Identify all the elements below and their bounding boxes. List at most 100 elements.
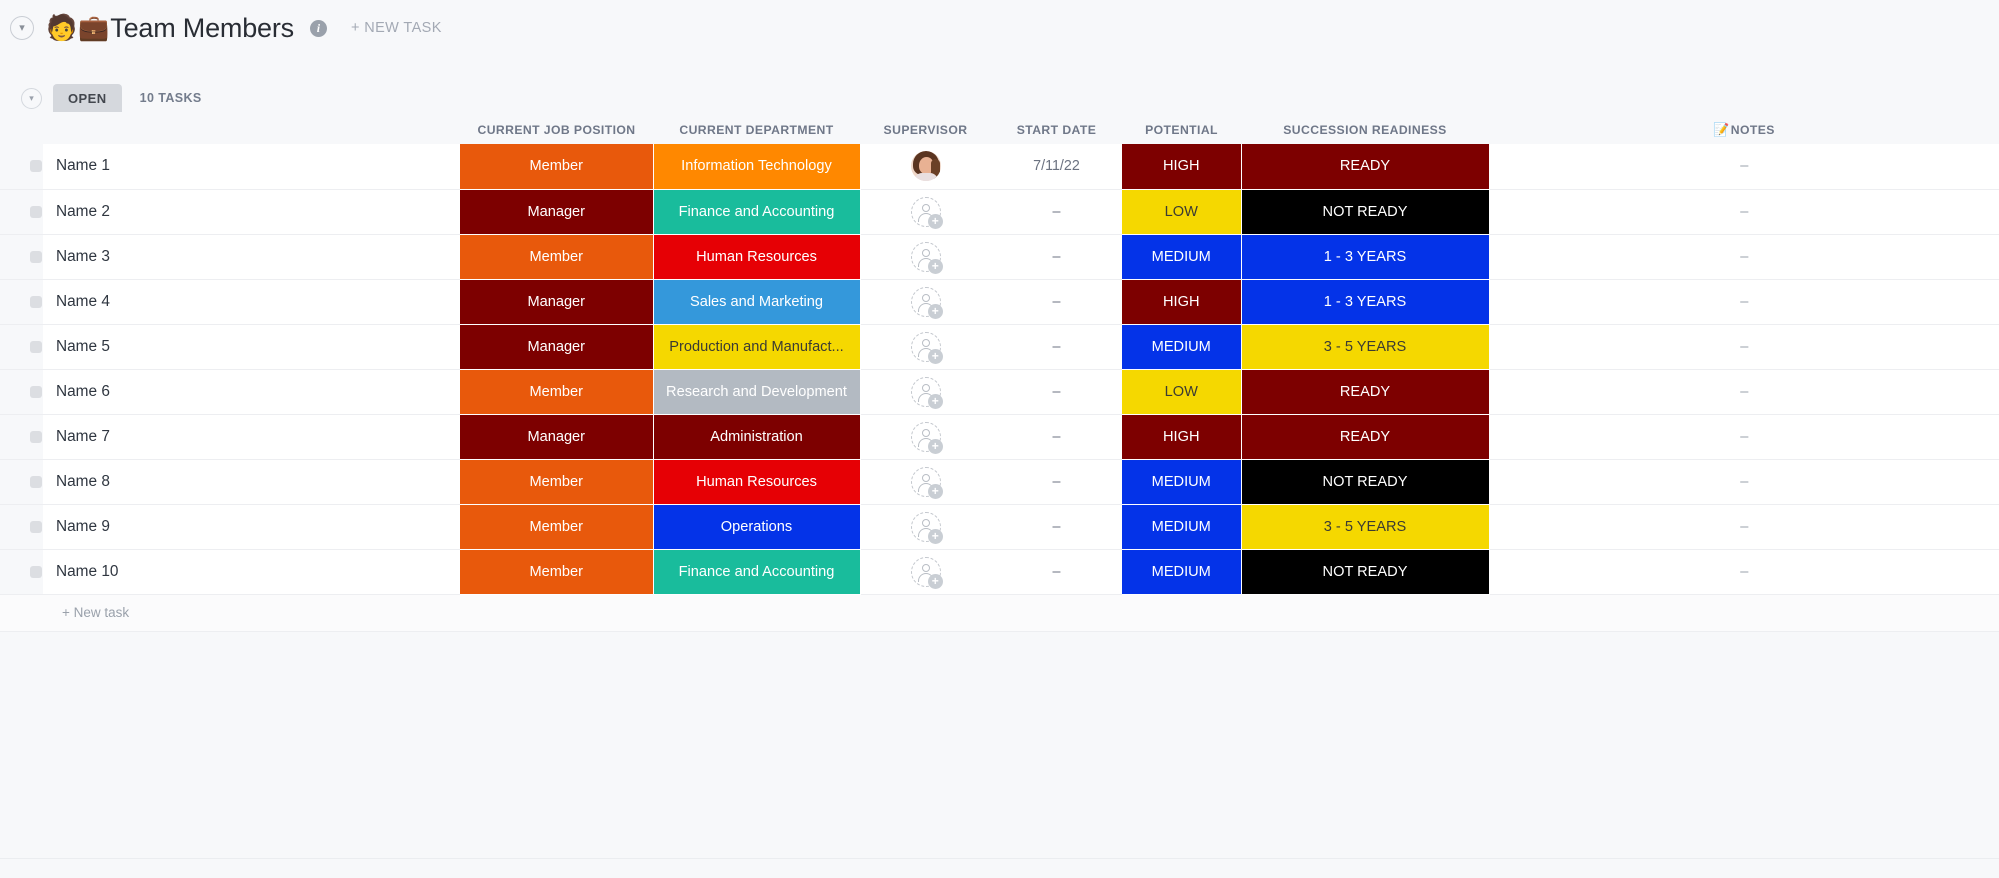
position-cell[interactable]: Member [460, 234, 654, 280]
department-cell[interactable]: Finance and Accounting [653, 189, 861, 235]
succession-cell[interactable]: READY [1241, 369, 1490, 415]
add-assignee-icon[interactable]: + [910, 196, 943, 229]
add-assignee-icon[interactable]: + [910, 421, 943, 454]
supervisor-cell[interactable] [860, 144, 991, 190]
potential-cell[interactable]: HIGH [1122, 279, 1242, 325]
table-row[interactable]: Name 9 Member Operations + – MEDIUM 3 - 5 YEAR… [0, 504, 1999, 550]
position-cell[interactable]: Member [460, 144, 654, 190]
succession-cell[interactable]: NOT READY [1241, 189, 1490, 235]
supervisor-cell[interactable]: + [860, 459, 991, 505]
succession-cell[interactable]: 3 - 5 YEARS [1241, 504, 1490, 550]
position-cell[interactable]: Member [460, 459, 654, 505]
column-header-potential[interactable]: POTENTIAL [1122, 115, 1241, 144]
succession-cell[interactable]: NOT READY [1241, 459, 1490, 505]
position-cell[interactable]: Member [460, 369, 654, 415]
supervisor-cell[interactable]: + [860, 189, 991, 235]
supervisor-cell[interactable]: + [860, 324, 991, 370]
new-task-header-button[interactable]: + NEW TASK [351, 20, 442, 36]
start-date-cell[interactable]: – [991, 549, 1122, 595]
chevron-down-circle-icon[interactable]: ▾ [10, 16, 34, 40]
department-cell[interactable]: Sales and Marketing [653, 279, 861, 325]
position-cell[interactable]: Manager [460, 189, 654, 235]
potential-cell[interactable]: HIGH [1122, 414, 1242, 460]
potential-cell[interactable]: MEDIUM [1122, 324, 1242, 370]
start-date-cell[interactable]: 7/11/22 [991, 144, 1122, 190]
supervisor-cell[interactable]: + [860, 279, 991, 325]
add-assignee-icon[interactable]: + [910, 556, 943, 589]
succession-cell[interactable]: READY [1241, 414, 1490, 460]
table-row[interactable]: Name 4 Manager Sales and Marketing + – HIGH 1 … [0, 279, 1999, 325]
supervisor-cell[interactable]: + [860, 414, 991, 460]
supervisor-cell[interactable]: + [860, 234, 991, 280]
department-cell[interactable]: Human Resources [653, 234, 861, 280]
add-assignee-icon[interactable]: + [910, 331, 943, 364]
table-row[interactable]: Name 1 Member Information Technology 7/11/2… [0, 144, 1999, 190]
notes-cell[interactable]: – [1489, 234, 1999, 280]
task-name-cell[interactable]: Name 5 [0, 324, 460, 370]
column-header-position[interactable]: CURRENT JOB POSITION [460, 115, 653, 144]
notes-cell[interactable]: – [1489, 189, 1999, 235]
supervisor-cell[interactable]: + [860, 504, 991, 550]
potential-cell[interactable]: MEDIUM [1122, 504, 1242, 550]
new-task-row[interactable]: + New task [0, 594, 1999, 632]
start-date-cell[interactable]: – [991, 279, 1122, 325]
column-header-department[interactable]: CURRENT DEPARTMENT [653, 115, 860, 144]
avatar[interactable] [910, 151, 941, 182]
potential-cell[interactable]: LOW [1122, 189, 1242, 235]
department-cell[interactable]: Research and Development [653, 369, 861, 415]
start-date-cell[interactable]: – [991, 324, 1122, 370]
column-header-succession[interactable]: SUCCESSION READINESS [1241, 115, 1489, 144]
task-name-cell[interactable]: Name 3 [0, 234, 460, 280]
add-assignee-icon[interactable]: + [910, 466, 943, 499]
potential-cell[interactable]: LOW [1122, 369, 1242, 415]
column-header-start-date[interactable]: START DATE [991, 115, 1122, 144]
add-assignee-icon[interactable]: + [910, 511, 943, 544]
task-name-cell[interactable]: Name 4 [0, 279, 460, 325]
start-date-cell[interactable]: – [991, 234, 1122, 280]
start-date-cell[interactable]: – [991, 504, 1122, 550]
table-row[interactable]: Name 3 Member Human Resources + – MEDIUM 1 - 3… [0, 234, 1999, 280]
supervisor-cell[interactable]: + [860, 549, 991, 595]
task-name-cell[interactable]: Name 6 [0, 369, 460, 415]
potential-cell[interactable]: MEDIUM [1122, 459, 1242, 505]
group-chevron-down-circle-icon[interactable]: ▾ [21, 87, 42, 109]
succession-cell[interactable]: NOT READY [1241, 549, 1490, 595]
department-cell[interactable]: Human Resources [653, 459, 861, 505]
position-cell[interactable]: Manager [460, 324, 654, 370]
column-header-supervisor[interactable]: SUPERVISOR [860, 115, 991, 144]
table-row[interactable]: Name 5 Manager Production and Manufact... +… [0, 324, 1999, 370]
start-date-cell[interactable]: – [991, 414, 1122, 460]
table-row[interactable]: Name 8 Member Human Resources + – MEDIUM NOT R… [0, 459, 1999, 505]
task-name-cell[interactable]: Name 7 [0, 414, 460, 460]
succession-cell[interactable]: 1 - 3 YEARS [1241, 234, 1490, 280]
position-cell[interactable]: Manager [460, 279, 654, 325]
add-assignee-icon[interactable]: + [910, 376, 943, 409]
department-cell[interactable]: Administration [653, 414, 861, 460]
potential-cell[interactable]: MEDIUM [1122, 549, 1242, 595]
notes-cell[interactable]: – [1489, 279, 1999, 325]
task-name-cell[interactable]: Name 2 [0, 189, 460, 235]
info-icon[interactable]: i [309, 19, 327, 37]
department-cell[interactable]: Finance and Accounting [653, 549, 861, 595]
column-header-notes[interactable]: 📝 NOTES [1489, 115, 1999, 144]
table-row[interactable]: Name 6 Member Research and Development + – LO… [0, 369, 1999, 415]
new-task-button[interactable]: + New task [62, 605, 129, 620]
task-name-cell[interactable]: Name 10 [0, 549, 460, 595]
notes-cell[interactable]: – [1489, 459, 1999, 505]
notes-cell[interactable]: – [1489, 369, 1999, 415]
supervisor-cell[interactable]: + [860, 369, 991, 415]
start-date-cell[interactable]: – [991, 369, 1122, 415]
start-date-cell[interactable]: – [991, 459, 1122, 505]
add-assignee-icon[interactable]: + [910, 241, 943, 274]
succession-cell[interactable]: READY [1241, 144, 1490, 190]
task-name-cell[interactable]: Name 1 [0, 144, 460, 190]
column-header-name[interactable] [0, 115, 460, 144]
notes-cell[interactable]: – [1489, 504, 1999, 550]
task-name-cell[interactable]: Name 8 [0, 459, 460, 505]
potential-cell[interactable]: MEDIUM [1122, 234, 1242, 280]
department-cell[interactable]: Information Technology [653, 144, 861, 190]
notes-cell[interactable]: – [1489, 414, 1999, 460]
table-row[interactable]: Name 7 Manager Administration + – HIGH READY – [0, 414, 1999, 460]
potential-cell[interactable]: HIGH [1122, 144, 1242, 190]
notes-cell[interactable]: – [1489, 549, 1999, 595]
